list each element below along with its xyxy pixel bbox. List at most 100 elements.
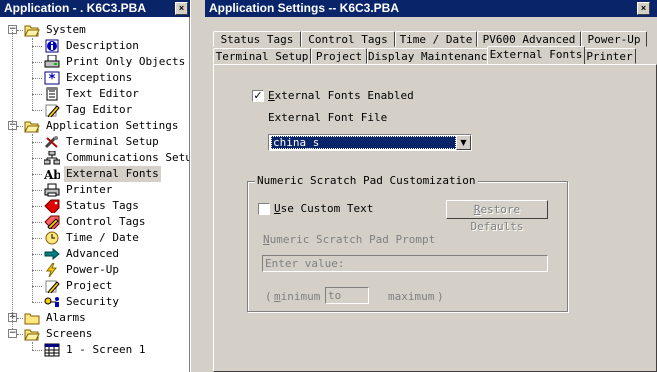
pencil-icon: [44, 103, 60, 119]
tree-connector: [32, 238, 42, 239]
tag-red-icon: [44, 199, 60, 215]
tree-item-label: Description: [66, 39, 139, 52]
tree-connector: [32, 286, 42, 287]
external-fonts-enabled-label[interactable]: External Fonts Enabled: [268, 89, 414, 102]
dialog-close-button[interactable]: ×: [637, 2, 650, 15]
tree-connector: [32, 350, 42, 351]
dialog-titlebar[interactable]: Application Settings -- K6C3.PBA ×: [205, 0, 657, 17]
restore-defaults-button[interactable]: Restore Defaults: [446, 200, 548, 233]
tree-connector: [32, 254, 42, 255]
info-icon: [44, 39, 60, 53]
tab-project[interactable]: Project: [311, 48, 367, 64]
tab-power-up[interactable]: Power-Up: [581, 31, 647, 47]
tree-connector: [12, 30, 13, 329]
svg-text:*: *: [48, 72, 56, 85]
tree-connector: [32, 158, 42, 159]
collapse-icon[interactable]: −: [8, 329, 17, 338]
range-to-field[interactable]: to: [325, 287, 369, 304]
folder-icon: [24, 311, 40, 325]
scratch-pad-prompt-input[interactable]: Enter value:: [262, 255, 548, 272]
tree-item-label: Terminal Setup: [66, 135, 159, 148]
project-tree[interactable]: System − Description Print Only Objects * Exc…: [0, 17, 190, 372]
pencil-icon: [44, 279, 60, 295]
screen-grid-icon: [44, 343, 60, 357]
application-tree-window: Application - . K6C3.PBA × System − Descri…: [0, 0, 190, 372]
close-paren: ): [437, 290, 444, 303]
tree-connector: [32, 302, 42, 303]
folder-open-icon: [24, 119, 40, 133]
svg-text:Ab: Ab: [44, 168, 60, 181]
folder-open-icon: [24, 23, 40, 37]
lightning-icon: [44, 262, 60, 278]
external-fonts-enabled-checkbox[interactable]: ✓: [252, 90, 264, 102]
tree-close-button[interactable]: ×: [175, 2, 188, 15]
tree-connector: [32, 222, 42, 223]
use-custom-text-checkbox[interactable]: [258, 203, 270, 215]
tree-item-label: Project: [66, 279, 113, 292]
tree-item-label: Print Only Objects: [66, 55, 186, 68]
tree-item-label: Communications Setup: [66, 151, 190, 164]
scratch-pad-group-title: Numeric Scratch Pad Customization: [255, 174, 478, 187]
tab-printer[interactable]: Printer: [583, 48, 636, 64]
tree-item-label: 1 - Screen 1: [66, 343, 146, 356]
chevron-down-icon[interactable]: ▼: [456, 135, 471, 150]
tree-item-label: Exceptions: [66, 71, 133, 84]
scratch-pad-prompt-label: Numeric Scratch Pad Prompt: [263, 233, 436, 246]
tree-item-label: Text Editor: [66, 87, 139, 100]
tree-window-title: Application - . K6C3.PBA: [4, 1, 147, 15]
tree-connector: [32, 110, 42, 111]
tag-pencil-icon: [44, 215, 60, 231]
pane-splitter[interactable]: [190, 0, 206, 372]
external-font-file-value[interactable]: china_s: [271, 136, 456, 149]
minimum-label: minimum: [274, 290, 321, 303]
dialog-title: Application Settings -- K6C3.PBA: [209, 1, 400, 15]
tree-connector: [17, 30, 23, 31]
tree-item-label: Alarms: [46, 311, 86, 324]
tree-connector: [32, 190, 42, 191]
tree-connector: [17, 318, 23, 319]
tab-control-tags[interactable]: Control Tags: [301, 31, 395, 47]
tree-window-titlebar[interactable]: Application - . K6C3.PBA ×: [0, 0, 190, 17]
tree-connector: [32, 38, 33, 110]
tree-connector: [17, 126, 23, 127]
tree-connector: [17, 334, 23, 335]
tree-item-label: Screens: [46, 327, 93, 340]
tree-item-label: System: [46, 23, 86, 36]
external-font-file-select[interactable]: china_s ▼: [268, 134, 472, 151]
open-paren: (: [265, 290, 272, 303]
tree-connector: [32, 134, 33, 302]
use-custom-text-label[interactable]: Use Custom Text: [274, 202, 373, 215]
tree-connector: [32, 270, 42, 271]
font-ab-icon: Ab: [43, 167, 62, 182]
tree-connector: [32, 62, 42, 63]
clock-icon: [44, 231, 60, 245]
tree-item-label: Time / Date: [66, 231, 139, 244]
tree-item-label: Application Settings: [46, 119, 179, 132]
tab-terminal-setup[interactable]: Terminal Setup: [213, 48, 311, 64]
notepad-icon: [44, 87, 60, 101]
tree-connector: [32, 342, 33, 350]
arrow-right-icon: [44, 247, 60, 261]
tree-connector: [32, 174, 42, 175]
maximum-label: maximum: [388, 290, 435, 303]
tab-external-fonts[interactable]: External Fonts: [487, 46, 585, 64]
tab-status-tags[interactable]: Status Tags: [213, 31, 301, 47]
tree-item-label: Advanced: [66, 247, 119, 260]
external-font-file-label: External Font File: [268, 111, 388, 124]
tree-item-label: Power-Up: [66, 263, 119, 276]
tree-item-label: Security: [66, 295, 119, 308]
asterisk-icon: *: [44, 71, 60, 87]
tree-connector: [32, 142, 42, 143]
tree-connector: [32, 46, 42, 47]
tree-connector: [32, 94, 42, 95]
key-people-icon: [44, 295, 60, 309]
network-icon: [43, 150, 61, 165]
terminal-tools-icon: [44, 135, 60, 149]
tree-item-label: Tag Editor: [66, 103, 133, 116]
printer-doc-icon: [44, 54, 60, 69]
tree-item-label: Control Tags: [66, 215, 146, 228]
tab-time-date[interactable]: Time / Date: [395, 31, 477, 47]
tree-connector: [32, 78, 42, 79]
tab-pv600-advanced[interactable]: PV600 Advanced: [477, 31, 581, 47]
tab-display-maintenance[interactable]: Display Maintenance: [367, 48, 494, 64]
